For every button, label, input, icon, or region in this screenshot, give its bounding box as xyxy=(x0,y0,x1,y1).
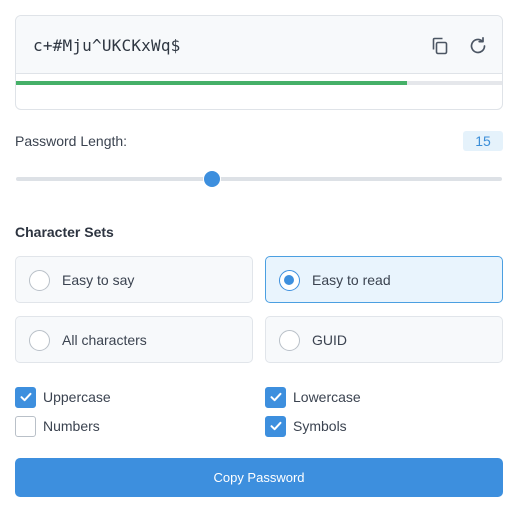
copy-password-button[interactable]: Copy Password xyxy=(15,458,503,497)
checkbox-uppercase[interactable] xyxy=(15,386,36,408)
radio-easy-to-read[interactable] xyxy=(279,270,300,291)
checkbox-numbers-row[interactable]: Numbers xyxy=(15,415,100,437)
password-text[interactable]: c+#Mju^UKCKxWq$ xyxy=(33,36,181,55)
option-all-characters[interactable]: All characters xyxy=(15,316,253,363)
strength-bar-fill xyxy=(16,81,408,85)
character-sets-title: Character Sets xyxy=(15,224,114,240)
checkmark-icon xyxy=(20,392,31,402)
checkbox-uppercase-label: Uppercase xyxy=(43,389,111,405)
option-easy-to-say-label: Easy to say xyxy=(62,272,135,288)
checkbox-lowercase[interactable] xyxy=(265,386,286,408)
password-length-value: 15 xyxy=(463,131,503,151)
checkmark-icon xyxy=(270,421,281,431)
option-easy-to-read-label: Easy to read xyxy=(312,272,391,288)
checkmark-icon xyxy=(270,392,281,402)
strength-bar xyxy=(16,81,502,85)
checkbox-symbols-row[interactable]: Symbols xyxy=(265,415,347,437)
refresh-icon xyxy=(470,36,486,54)
option-guid-label: GUID xyxy=(312,332,347,348)
refresh-icon-button[interactable] xyxy=(467,35,489,57)
radio-guid[interactable] xyxy=(279,330,300,351)
length-slider-thumb[interactable] xyxy=(204,171,221,187)
password-field[interactable]: c+#Mju^UKCKxWq$ xyxy=(16,16,502,74)
copy-icon-button[interactable] xyxy=(429,35,451,57)
checkbox-uppercase-row[interactable]: Uppercase xyxy=(15,386,111,408)
option-all-characters-label: All characters xyxy=(62,332,147,348)
password-display: c+#Mju^UKCKxWq$ xyxy=(15,15,503,110)
radio-easy-to-say[interactable] xyxy=(29,270,50,291)
checkbox-numbers-label: Numbers xyxy=(43,418,100,434)
option-easy-to-read[interactable]: Easy to read xyxy=(265,256,503,303)
radio-all-characters[interactable] xyxy=(29,330,50,351)
checkbox-numbers[interactable] xyxy=(15,415,36,437)
checkbox-symbols-label: Symbols xyxy=(293,418,347,434)
checkbox-symbols[interactable] xyxy=(265,415,286,437)
password-length-label: Password Length: xyxy=(15,133,128,149)
checkbox-lowercase-row[interactable]: Lowercase xyxy=(265,386,361,408)
length-slider[interactable] xyxy=(16,171,502,187)
option-guid[interactable]: GUID xyxy=(265,316,503,363)
copy-icon xyxy=(432,37,448,55)
checkbox-lowercase-label: Lowercase xyxy=(293,389,361,405)
option-easy-to-say[interactable]: Easy to say xyxy=(15,256,253,303)
